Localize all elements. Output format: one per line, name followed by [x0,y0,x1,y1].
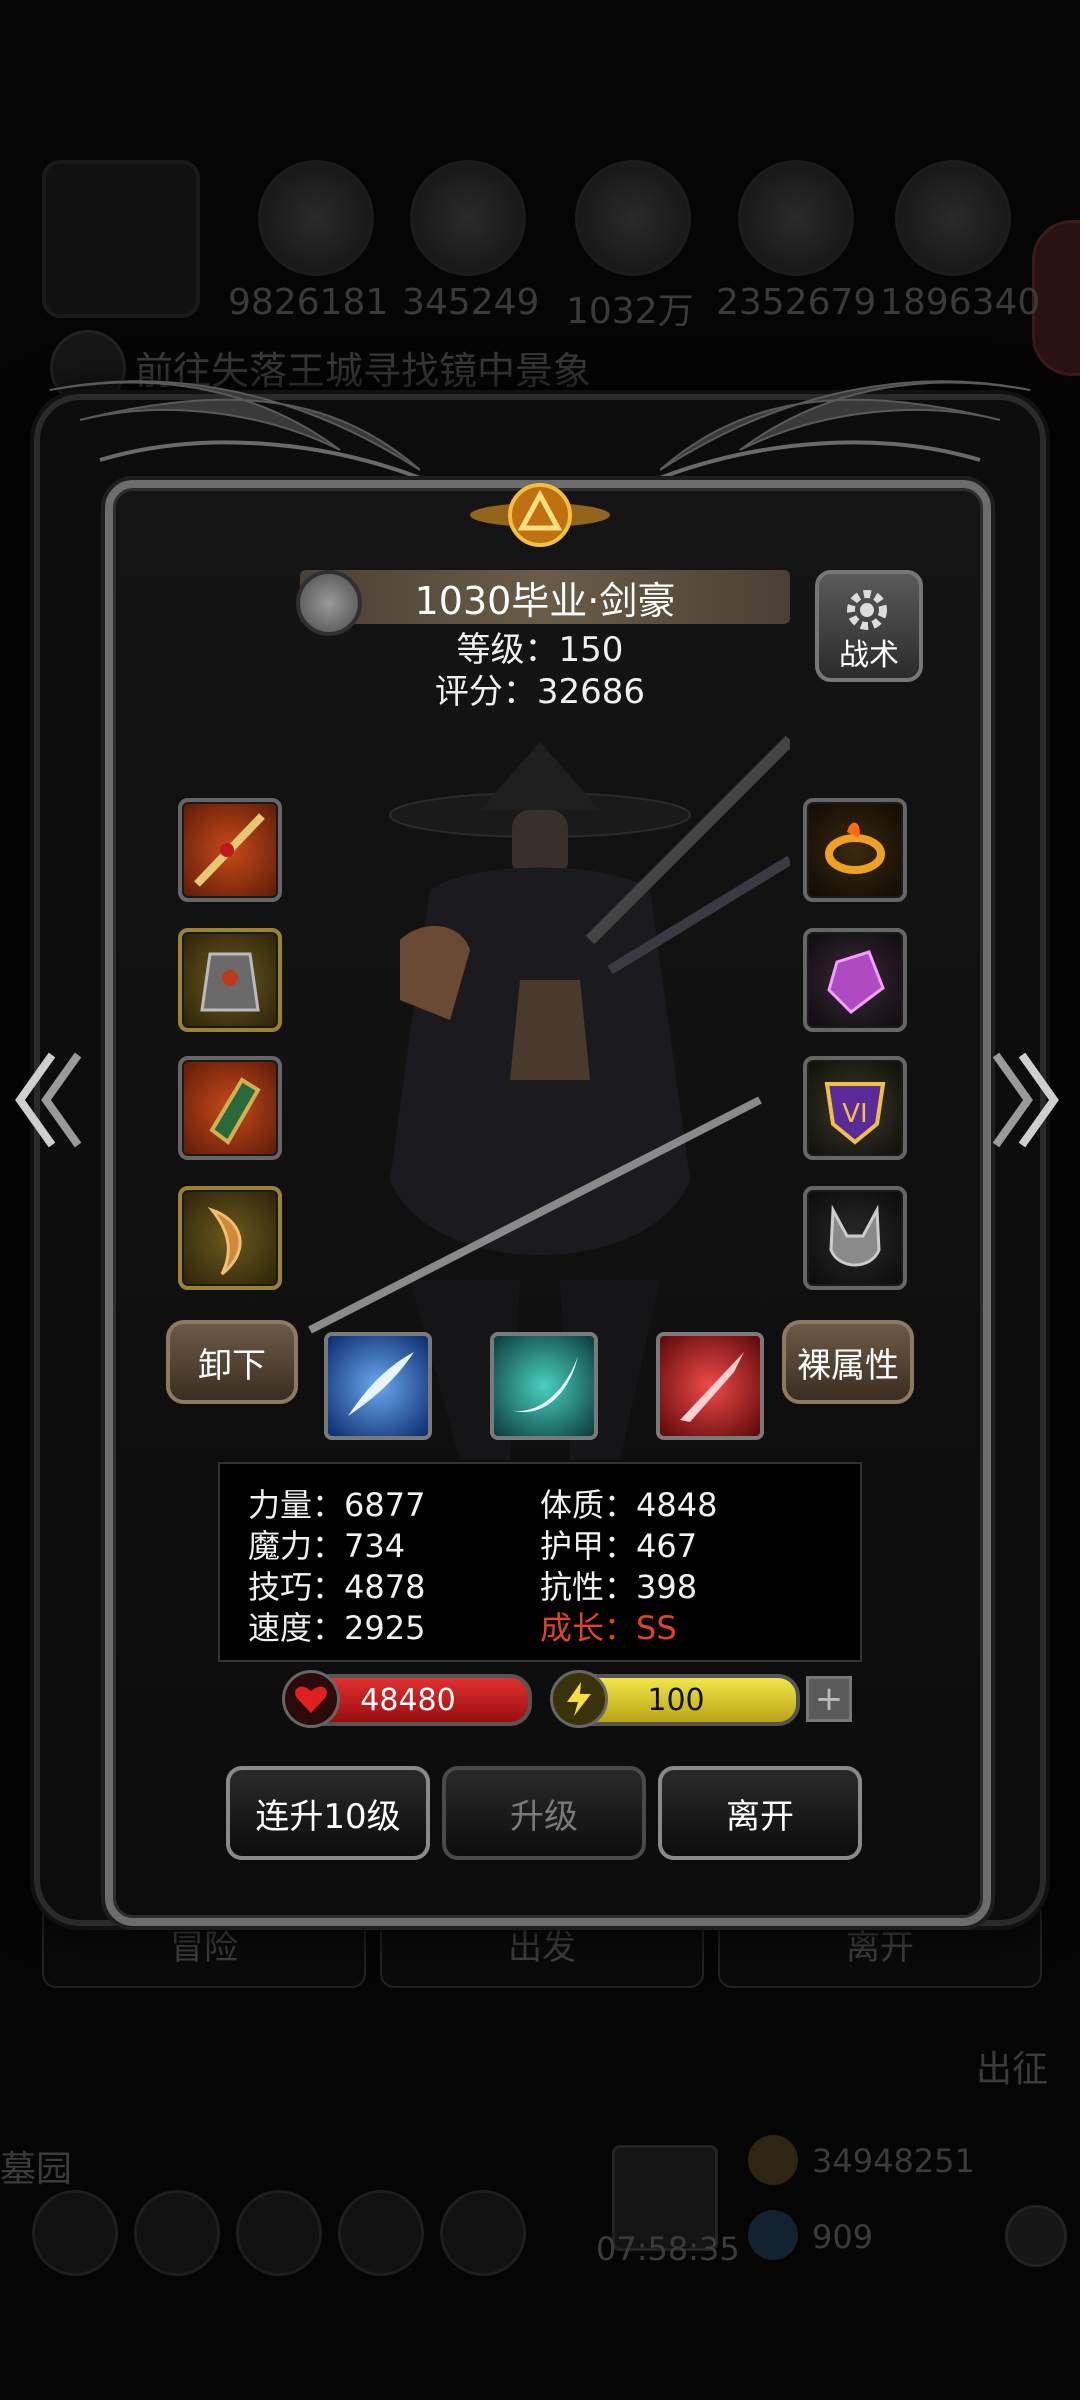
stat-skill: 技巧：4878 [248,1568,426,1606]
bg-resource-1: 9826181 [228,282,389,323]
equip-slot-mask[interactable] [803,1186,907,1290]
stat-strength: 力量：6877 [248,1486,426,1524]
level-up-button[interactable]: 升级 [442,1766,646,1860]
equip-slot-armor[interactable] [178,928,282,1032]
stat-speed: 速度：2925 [248,1609,426,1647]
bg-resource-icon-5 [895,160,1011,276]
bg-timer: 07:58:35 [596,2230,740,2268]
bg-gold-icon [748,2135,798,2185]
top-emblem-icon [470,483,610,547]
rank-badge-icon: VI [824,1082,886,1145]
bg-nav-icon-4 [338,2190,424,2276]
bg-resource-icon-2 [410,160,526,276]
flame-ring-icon [825,822,885,874]
bg-gem-icon [748,2210,798,2260]
svg-text:VI: VI [842,1099,867,1129]
slash-cyan-icon [510,1356,578,1413]
bg-gem-amount: 909 [812,2218,874,2256]
bg-resource-4: 2352679 [716,282,877,323]
slash-red-icon [680,1352,744,1422]
bg-nav-icon-5 [440,2190,526,2276]
skill-slot-2[interactable] [490,1332,598,1440]
prev-hero-arrow-icon[interactable] [12,1045,82,1155]
bg-resource-icon-3 [575,160,691,276]
hero-score: 评分：32686 [434,672,646,712]
bg-cemetery-label: 墓园 [0,2149,73,2190]
right-wing-ornament [660,380,1031,480]
equip-slot-badge[interactable]: VI [803,1056,907,1160]
add-energy-button[interactable]: + [806,1676,852,1722]
left-wing-ornament [49,380,420,480]
bg-gold-amount: 34948251 [812,2142,975,2180]
bg-resource-icon-1 [258,160,374,276]
sword-icon [194,813,265,887]
heart-icon [282,1670,340,1728]
skill-slot-3[interactable] [656,1332,764,1440]
unequip-button[interactable]: 卸下 [166,1320,298,1404]
bg-nav-icon-3 [236,2190,322,2276]
equip-slot-weapon[interactable] [178,798,282,902]
bg-nav-icon-2 [134,2190,220,2276]
armor-icon [200,952,260,1012]
fang-icon [207,1206,242,1276]
bg-nav-icon-1 [32,2190,118,2276]
next-hero-arrow-icon[interactable] [992,1045,1062,1155]
stat-resistance: 抗性：398 [540,1568,698,1606]
bg-resource-5: 1896340 [880,282,1041,323]
bg-add-icon [1005,2205,1067,2267]
lightning-icon [550,1670,608,1728]
bracer-icon [209,1077,261,1145]
skill-slot-1[interactable] [324,1332,432,1440]
hero-title-banner: 1030毕业·剑豪 [300,570,790,624]
bg-resource-3: 1032万 [566,291,694,332]
stat-armor: 护甲：467 [540,1527,698,1565]
equip-slot-gem[interactable] [803,928,907,1032]
bg-expedition-label: 出征 [976,2049,1049,2090]
tactics-button[interactable]: 战术 [815,570,923,682]
equip-slot-bracer[interactable] [178,1056,282,1160]
slash-blue-icon [348,1352,414,1416]
leave-button[interactable]: 离开 [658,1766,862,1860]
equip-slot-ring[interactable] [803,798,907,902]
equip-slot-accessory[interactable] [178,1186,282,1290]
stat-constitution: 体质：4848 [540,1486,718,1524]
base-attributes-button[interactable]: 裸属性 [782,1320,914,1404]
bg-resource-2: 345249 [402,282,540,323]
stat-growth: 成长：SS [540,1609,677,1647]
bg-hero-portrait [42,160,200,318]
bg-resource-icon-4 [738,160,854,276]
crystal-icon [827,950,885,1014]
stat-magic: 魔力：734 [248,1527,406,1565]
gear-icon [847,590,887,630]
mask-icon [829,1204,881,1267]
level-up-10-button[interactable]: 连升10级 [226,1766,430,1860]
